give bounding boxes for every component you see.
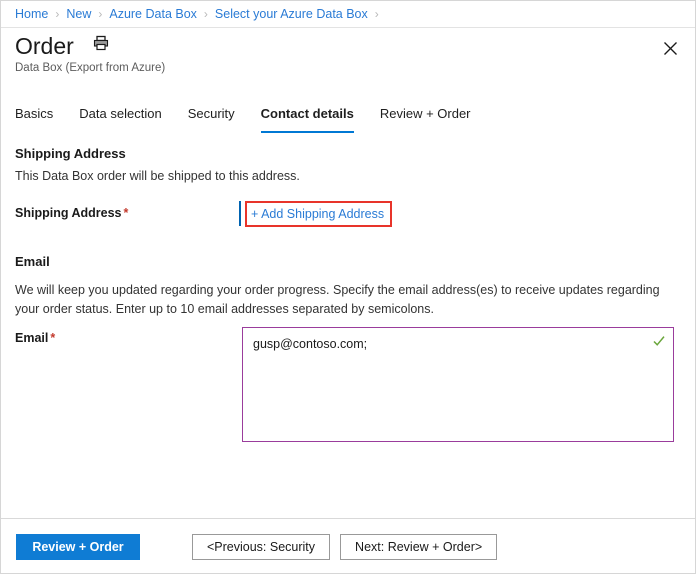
- add-shipping-address-container: + Add Shipping Address: [239, 201, 393, 227]
- footer-actions: Review + Order <Previous: Security Next:…: [1, 519, 695, 573]
- breadcrumb-item-new[interactable]: New: [66, 1, 91, 28]
- required-marker: *: [123, 206, 129, 220]
- breadcrumb: Home › New › Azure Data Box › Select you…: [1, 1, 695, 28]
- tab-bar: Basics Data selection Security Contact d…: [15, 106, 497, 133]
- tab-contact-details[interactable]: Contact details: [260, 106, 354, 133]
- email-description: We will keep you updated regarding your …: [15, 283, 660, 316]
- email-input[interactable]: [243, 328, 673, 441]
- breadcrumb-separator-icon: ›: [203, 7, 208, 21]
- add-shipping-address-link[interactable]: + Add Shipping Address: [251, 206, 384, 222]
- page-title: Order: [15, 33, 74, 59]
- tab-security[interactable]: Security: [188, 106, 235, 133]
- breadcrumb-separator-icon: ›: [374, 7, 379, 21]
- tab-review-order[interactable]: Review + Order: [380, 106, 471, 133]
- review-order-button[interactable]: Review + Order: [16, 533, 140, 560]
- order-blade: Home › New › Azure Data Box › Select you…: [0, 0, 696, 574]
- breadcrumb-separator-icon: ›: [55, 7, 60, 21]
- email-heading: Email: [15, 254, 50, 269]
- email-field-container: [242, 327, 674, 442]
- email-label: Email *: [15, 331, 55, 345]
- tab-data-selection[interactable]: Data selection: [79, 106, 161, 133]
- printer-icon[interactable]: [93, 35, 109, 56]
- close-button[interactable]: [657, 35, 683, 61]
- focus-indicator-bar: [239, 201, 241, 226]
- shipping-address-description: This Data Box order will be shipped to t…: [15, 169, 300, 183]
- breadcrumb-item-azure-data-box[interactable]: Azure Data Box: [109, 1, 197, 28]
- shipping-address-label: Shipping Address *: [15, 206, 128, 220]
- next-review-order-button[interactable]: Next: Review + Order>: [340, 533, 498, 560]
- email-label-text: Email: [15, 331, 49, 345]
- shipping-address-label-text: Shipping Address: [15, 206, 122, 220]
- highlight-box: + Add Shipping Address: [245, 201, 393, 227]
- breadcrumb-item-home[interactable]: Home: [15, 1, 48, 28]
- required-marker: *: [50, 331, 56, 345]
- close-icon: [663, 41, 677, 55]
- breadcrumb-separator-icon: ›: [98, 7, 103, 21]
- breadcrumb-item-select-your-azure-data-box[interactable]: Select your Azure Data Box: [215, 1, 368, 28]
- tab-basics[interactable]: Basics: [15, 106, 53, 133]
- page-subtitle: Data Box (Export from Azure): [15, 62, 166, 74]
- shipping-address-heading: Shipping Address: [15, 146, 126, 161]
- title-block: Order Data Box (Export from Azure): [15, 33, 165, 75]
- previous-security-button[interactable]: <Previous: Security: [192, 533, 331, 560]
